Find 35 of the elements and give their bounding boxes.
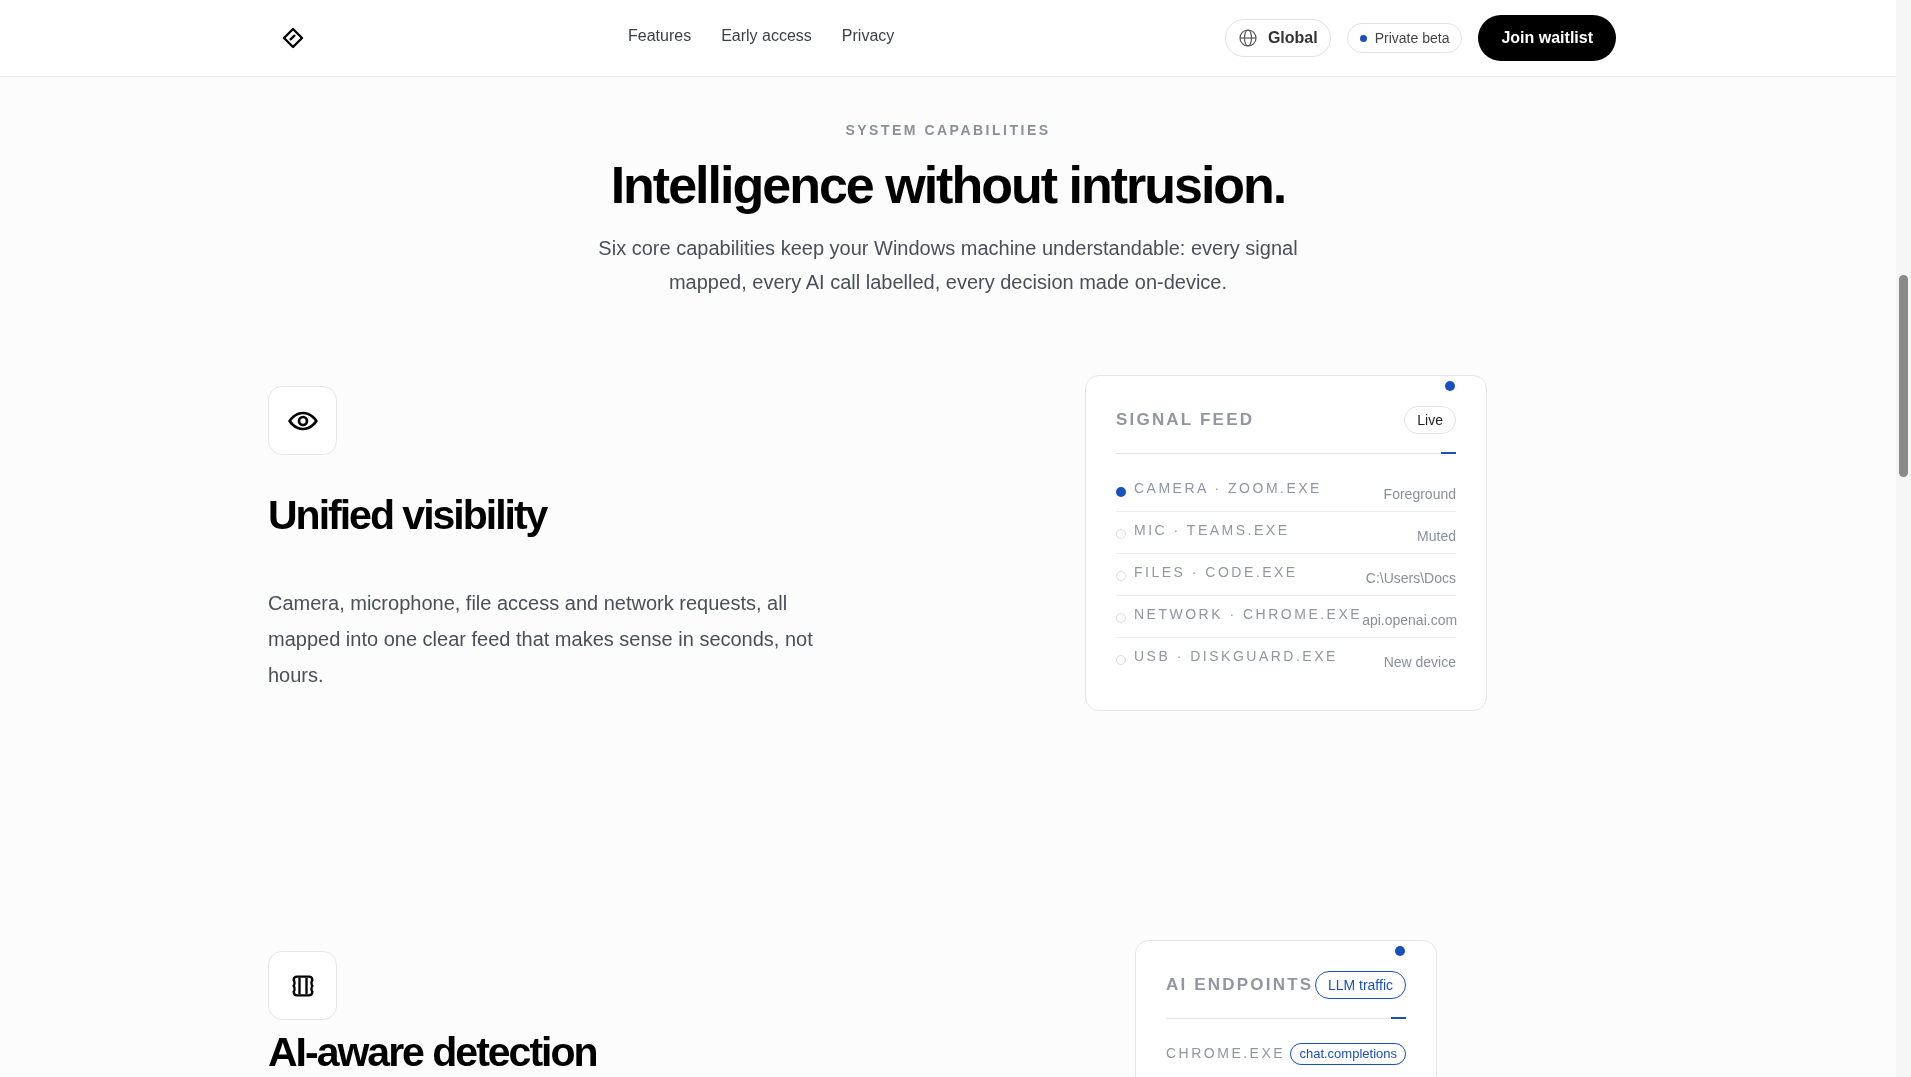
signal-detail: C:\Users\Docs — [1365, 569, 1456, 588]
globe-icon — [1237, 28, 1258, 48]
section-heading: Intelligence without intrusion. — [610, 155, 1286, 215]
signal-label: USB · DISKGUARD.EXE — [1134, 647, 1338, 666]
active-indicator — [1441, 452, 1456, 454]
card-title: AI ENDPOINTS — [1166, 974, 1314, 997]
section-eyebrow: SYSTEM CAPABILITIES — [845, 121, 1051, 140]
nav-link[interactable]: Features — [628, 24, 692, 48]
scrollbar-thumb[interactable] — [1899, 275, 1908, 477]
feature-heading: Unified visibility — [268, 491, 549, 540]
card-badge: LLM traffic — [1314, 971, 1406, 999]
feature-heading: AI-aware detection — [268, 1030, 598, 1074]
nav-link[interactable]: Early access — [721, 24, 812, 48]
signal-detail: Muted — [1417, 527, 1456, 546]
section-description: Six core capabilities keep your Windows machine understandable: every signal mapped, every AI call labelled, every decision made on-device. — [598, 236, 1298, 295]
nav-link[interactable]: Privacy — [841, 24, 895, 48]
capsule-icon — [268, 951, 337, 1020]
active-indicator — [1391, 1017, 1406, 1019]
region-button[interactable]: Global — [1224, 19, 1331, 57]
signal-detail: New device — [1383, 653, 1456, 672]
feature-description: Camera, microphone, file access and network requests, all mapped into one clear feed that makes sense in seconds, not hours. — [268, 591, 814, 688]
card-badge: Live — [1404, 406, 1456, 434]
signal-label: CAMERA · ZOOM.EXE — [1134, 479, 1322, 498]
signal-label: MIC · TEAMS.EXE — [1134, 521, 1290, 540]
signal-label: FILES · CODE.EXE — [1134, 563, 1298, 582]
logo-icon[interactable] — [281, 26, 305, 50]
card-title: SIGNAL FEED — [1116, 409, 1255, 432]
signal-detail: api.openai.com — [1362, 611, 1458, 630]
scrollbar[interactable] — [1896, 0, 1911, 1077]
badge-label: Private beta — [1374, 28, 1450, 48]
signal-detail: Foreground — [1383, 485, 1456, 504]
signal-label: NETWORK · CHROME.EXE — [1134, 605, 1363, 624]
join-waitlist-button[interactable]: Join waitlist — [1478, 15, 1616, 61]
signal-label: CHROME.EXE — [1166, 1044, 1286, 1063]
eye-icon — [268, 386, 337, 455]
